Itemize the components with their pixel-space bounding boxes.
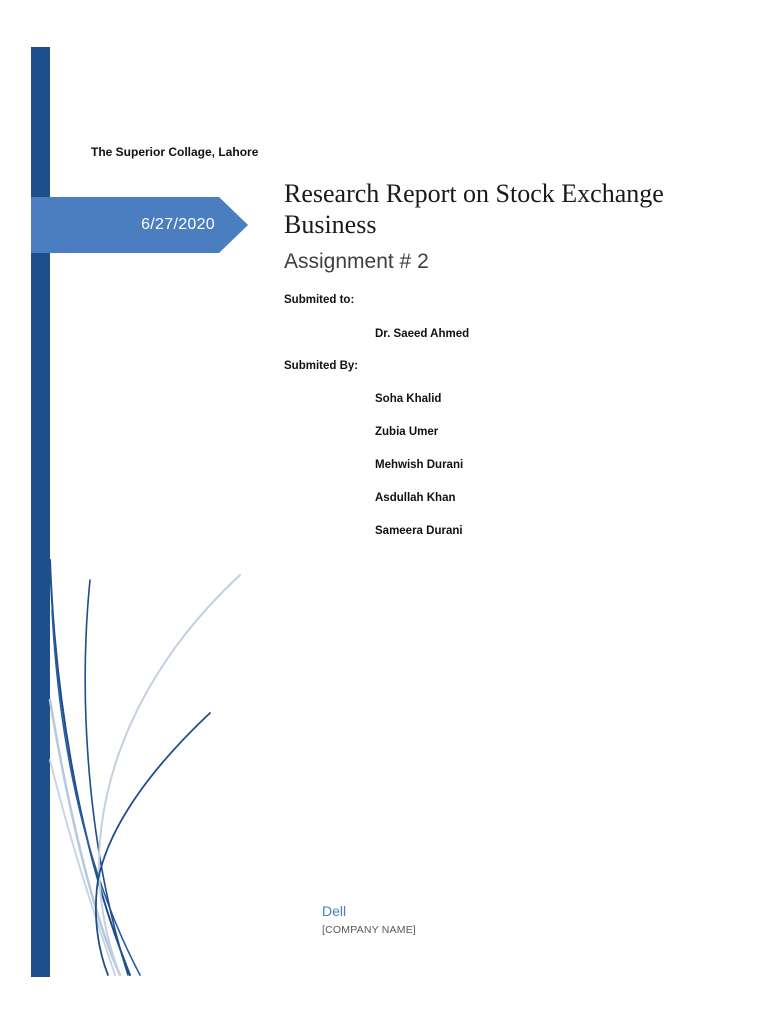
member-name: Zubia Umer (375, 426, 439, 438)
date-text: 6/27/2020 (141, 216, 215, 233)
submitted-to-label: Submited to: (284, 294, 355, 306)
sidebar-bar (31, 47, 50, 977)
submitted-to-name: Dr. Saeed Ahmed (375, 328, 470, 340)
member-name: Soha Khalid (375, 393, 442, 405)
date-banner: 6/27/2020 (31, 197, 248, 253)
report-title: Research Report on Stock Exchange Busine… (284, 179, 664, 239)
member-name: Sameera Durani (375, 525, 463, 537)
submitted-by-label: Submited By: (284, 360, 359, 372)
company-name-placeholder: [COMPANY NAME] (322, 924, 417, 936)
company-name: Dell (322, 903, 347, 919)
assignment-subtitle: Assignment # 2 (284, 250, 429, 273)
institution-name: The Superior Collage, Lahore (91, 145, 259, 159)
member-name: Asdullah Khan (375, 492, 456, 504)
member-name: Mehwish Durani (375, 459, 464, 471)
